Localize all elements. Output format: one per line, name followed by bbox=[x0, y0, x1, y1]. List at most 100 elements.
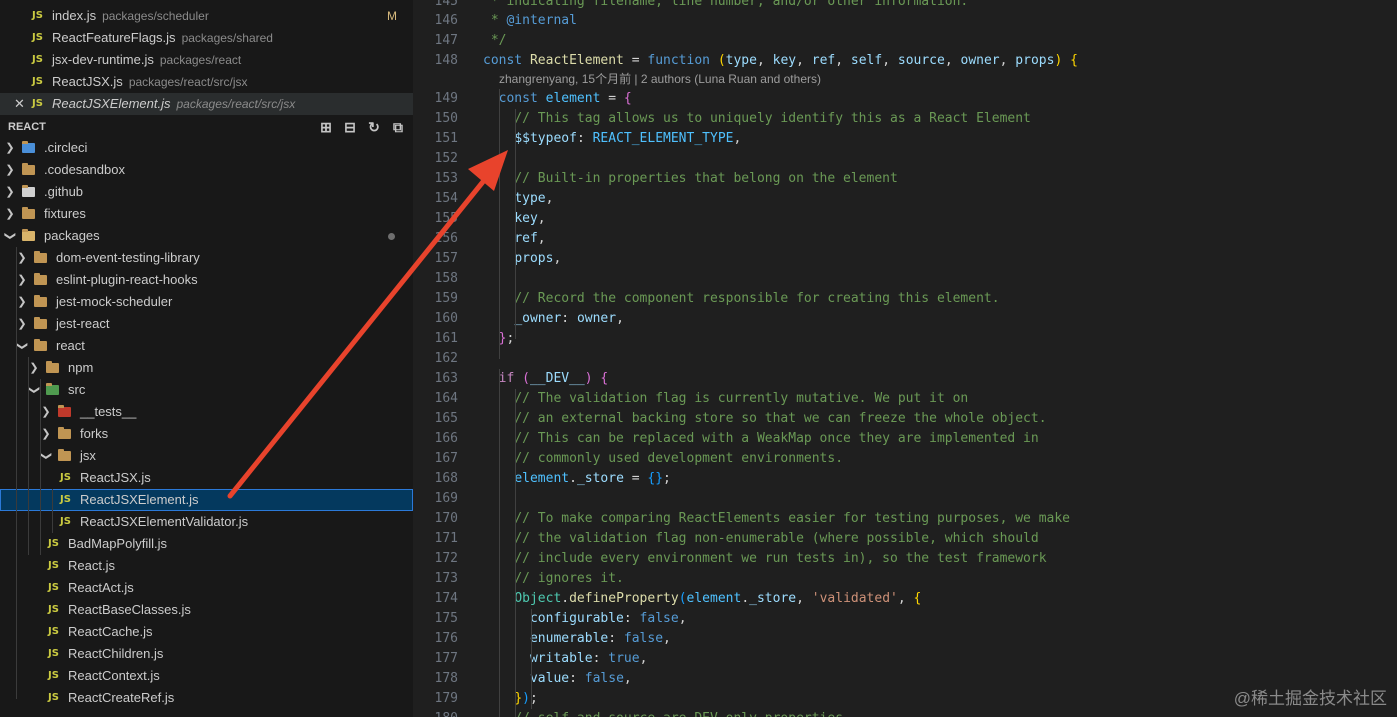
tree-folder-item[interactable]: ❯ jest-react bbox=[0, 313, 413, 335]
tree-folder-item[interactable]: ❯ forks bbox=[0, 423, 413, 445]
indent-guide bbox=[499, 369, 500, 717]
chevron-right-icon[interactable]: ❯ bbox=[16, 313, 28, 335]
line-number: 158 bbox=[434, 271, 458, 286]
open-editor-item[interactable]: JS index.js packages/scheduler M bbox=[0, 5, 413, 27]
folder-icon bbox=[22, 207, 35, 219]
tree-file-item[interactable]: JS BadMapPolyfill.js bbox=[0, 533, 413, 555]
tree-folder-item[interactable]: ❯ jest-mock-scheduler bbox=[0, 291, 413, 313]
line-number: 154 bbox=[434, 191, 458, 206]
line-number: 165 bbox=[434, 411, 458, 426]
blame-annotation[interactable]: zhangrenyang, 15个月前 | 2 authors (Luna Ru… bbox=[499, 70, 821, 88]
folder-icon bbox=[34, 295, 47, 307]
js-file-icon: JS bbox=[48, 626, 59, 637]
line-number: 167 bbox=[434, 451, 458, 466]
code-line: const ReactElement = function (type, key… bbox=[483, 53, 1078, 68]
refresh-icon[interactable]: ↻ bbox=[366, 116, 382, 138]
line-number: 160 bbox=[434, 311, 458, 326]
collapse-all-icon[interactable]: ⧉ bbox=[390, 116, 406, 138]
tree-folder-item[interactable]: ❯ .codesandbox bbox=[0, 159, 413, 181]
close-icon[interactable]: ✕ bbox=[14, 93, 25, 115]
code-line: element._store = {}; bbox=[514, 471, 671, 486]
code-editor[interactable]: 145 * indicating filename, line number, … bbox=[413, 0, 1397, 717]
tree-file-item[interactable]: JS ReactJSXElement.js bbox=[0, 489, 413, 511]
code-line: if (__DEV__) { bbox=[498, 371, 609, 386]
tree-item-label: fixtures bbox=[44, 206, 86, 221]
indent-guide bbox=[515, 389, 516, 717]
open-editor-item[interactable]: JS ReactFeatureFlags.js packages/shared bbox=[0, 27, 413, 49]
explorer-section-header[interactable]: REACT ⊞ ⊟ ↻ ⧉ bbox=[0, 116, 413, 138]
tree-folder-item[interactable]: ❯ src bbox=[0, 379, 413, 401]
chevron-right-icon[interactable]: ❯ bbox=[16, 247, 28, 269]
line-number: 178 bbox=[434, 671, 458, 686]
tree-folder-item[interactable]: ❯ __tests__ bbox=[0, 401, 413, 423]
chevron-down-icon[interactable]: ❯ bbox=[0, 230, 21, 242]
chevron-right-icon[interactable]: ❯ bbox=[4, 137, 16, 159]
line-number: 152 bbox=[434, 151, 458, 166]
chevron-right-icon[interactable]: ❯ bbox=[40, 401, 52, 423]
code-line: // Record the component responsible for … bbox=[514, 291, 1000, 306]
tree-folder-item[interactable]: ❯ .github bbox=[0, 181, 413, 203]
folder-icon bbox=[58, 405, 71, 417]
chevron-right-icon[interactable]: ❯ bbox=[40, 423, 52, 445]
folder-icon bbox=[58, 449, 71, 461]
folder-icon bbox=[22, 141, 35, 153]
code-line: // This tag allows us to uniquely identi… bbox=[514, 111, 1031, 126]
tree-item-label: forks bbox=[80, 426, 109, 441]
chevron-right-icon[interactable]: ❯ bbox=[16, 291, 28, 313]
folder-icon bbox=[46, 383, 59, 395]
chevron-right-icon[interactable]: ❯ bbox=[16, 269, 28, 291]
js-file-icon: JS bbox=[32, 54, 43, 65]
chevron-right-icon[interactable]: ❯ bbox=[4, 181, 16, 203]
chevron-down-icon[interactable]: ❯ bbox=[11, 340, 33, 352]
folder-icon bbox=[34, 339, 47, 351]
new-folder-icon[interactable]: ⊟ bbox=[342, 116, 358, 138]
open-editor-path: packages/scheduler bbox=[102, 9, 209, 23]
tree-folder-item[interactable]: ❯ fixtures bbox=[0, 203, 413, 225]
tree-item-label: eslint-plugin-react-hooks bbox=[56, 272, 198, 287]
js-file-icon: JS bbox=[60, 472, 71, 483]
tree-file-item[interactable]: JS ReactJSX.js bbox=[0, 467, 413, 489]
chevron-down-icon[interactable]: ❯ bbox=[23, 384, 45, 396]
tree-file-item[interactable]: JS React.js bbox=[0, 555, 413, 577]
tree-file-item[interactable]: JS ReactAct.js bbox=[0, 577, 413, 599]
tree-item-label: ReactContext.js bbox=[68, 668, 160, 683]
chevron-down-icon[interactable]: ❯ bbox=[35, 450, 57, 462]
tree-file-item[interactable]: JS ReactBaseClasses.js bbox=[0, 599, 413, 621]
tree-file-item[interactable]: JS ReactContext.js bbox=[0, 665, 413, 687]
js-file-icon: JS bbox=[60, 516, 71, 527]
line-number: 157 bbox=[434, 251, 458, 266]
line-number: 149 bbox=[434, 91, 458, 106]
tree-file-item[interactable]: JS ReactJSXElementValidator.js bbox=[0, 511, 413, 533]
line-number: 147 bbox=[434, 33, 458, 48]
line-number: 148 bbox=[434, 53, 458, 68]
line-number: 153 bbox=[434, 171, 458, 186]
tree-folder-item[interactable]: ❯ packages bbox=[0, 225, 413, 247]
open-editor-filename: index.js bbox=[52, 8, 97, 23]
open-editor-item[interactable]: ✕ JS ReactJSXElement.js packages/react/src/… bbox=[0, 93, 413, 115]
tree-folder-item[interactable]: ❯ eslint-plugin-react-hooks bbox=[0, 269, 413, 291]
tree-file-item[interactable]: JS ReactCreateRef.js bbox=[0, 687, 413, 709]
chevron-right-icon[interactable]: ❯ bbox=[4, 159, 16, 181]
code-line: _owner: owner, bbox=[514, 311, 624, 326]
tree-item-label: .codesandbox bbox=[44, 162, 125, 177]
tree-file-item[interactable]: JS ReactCache.js bbox=[0, 621, 413, 643]
tree-file-item[interactable]: JS ReactChildren.js bbox=[0, 643, 413, 665]
tree-folder-item[interactable]: ❯ dom-event-testing-library bbox=[0, 247, 413, 269]
js-file-icon: JS bbox=[48, 670, 59, 681]
line-number: 174 bbox=[434, 591, 458, 606]
line-number: 151 bbox=[434, 131, 458, 146]
tree-folder-item[interactable]: ❯ react bbox=[0, 335, 413, 357]
watermark: @稀土掘金技术社区 bbox=[1233, 689, 1387, 708]
tree-folder-item[interactable]: ❯ npm bbox=[0, 357, 413, 379]
tree-item-label: __tests__ bbox=[80, 404, 137, 419]
open-editor-item[interactable]: JS jsx-dev-runtime.js packages/react bbox=[0, 49, 413, 71]
tree-folder-item[interactable]: ❯ .circleci bbox=[0, 137, 413, 159]
open-editor-item[interactable]: JS ReactJSX.js packages/react/src/jsx bbox=[0, 71, 413, 93]
tree-folder-item[interactable]: ❯ jsx bbox=[0, 445, 413, 467]
tree-item-label: ReactChildren.js bbox=[68, 646, 164, 661]
chevron-right-icon[interactable]: ❯ bbox=[4, 203, 16, 225]
indent-guide bbox=[16, 247, 17, 699]
folder-icon bbox=[46, 361, 59, 373]
new-file-icon[interactable]: ⊞ bbox=[318, 116, 334, 138]
chevron-right-icon[interactable]: ❯ bbox=[28, 357, 40, 379]
